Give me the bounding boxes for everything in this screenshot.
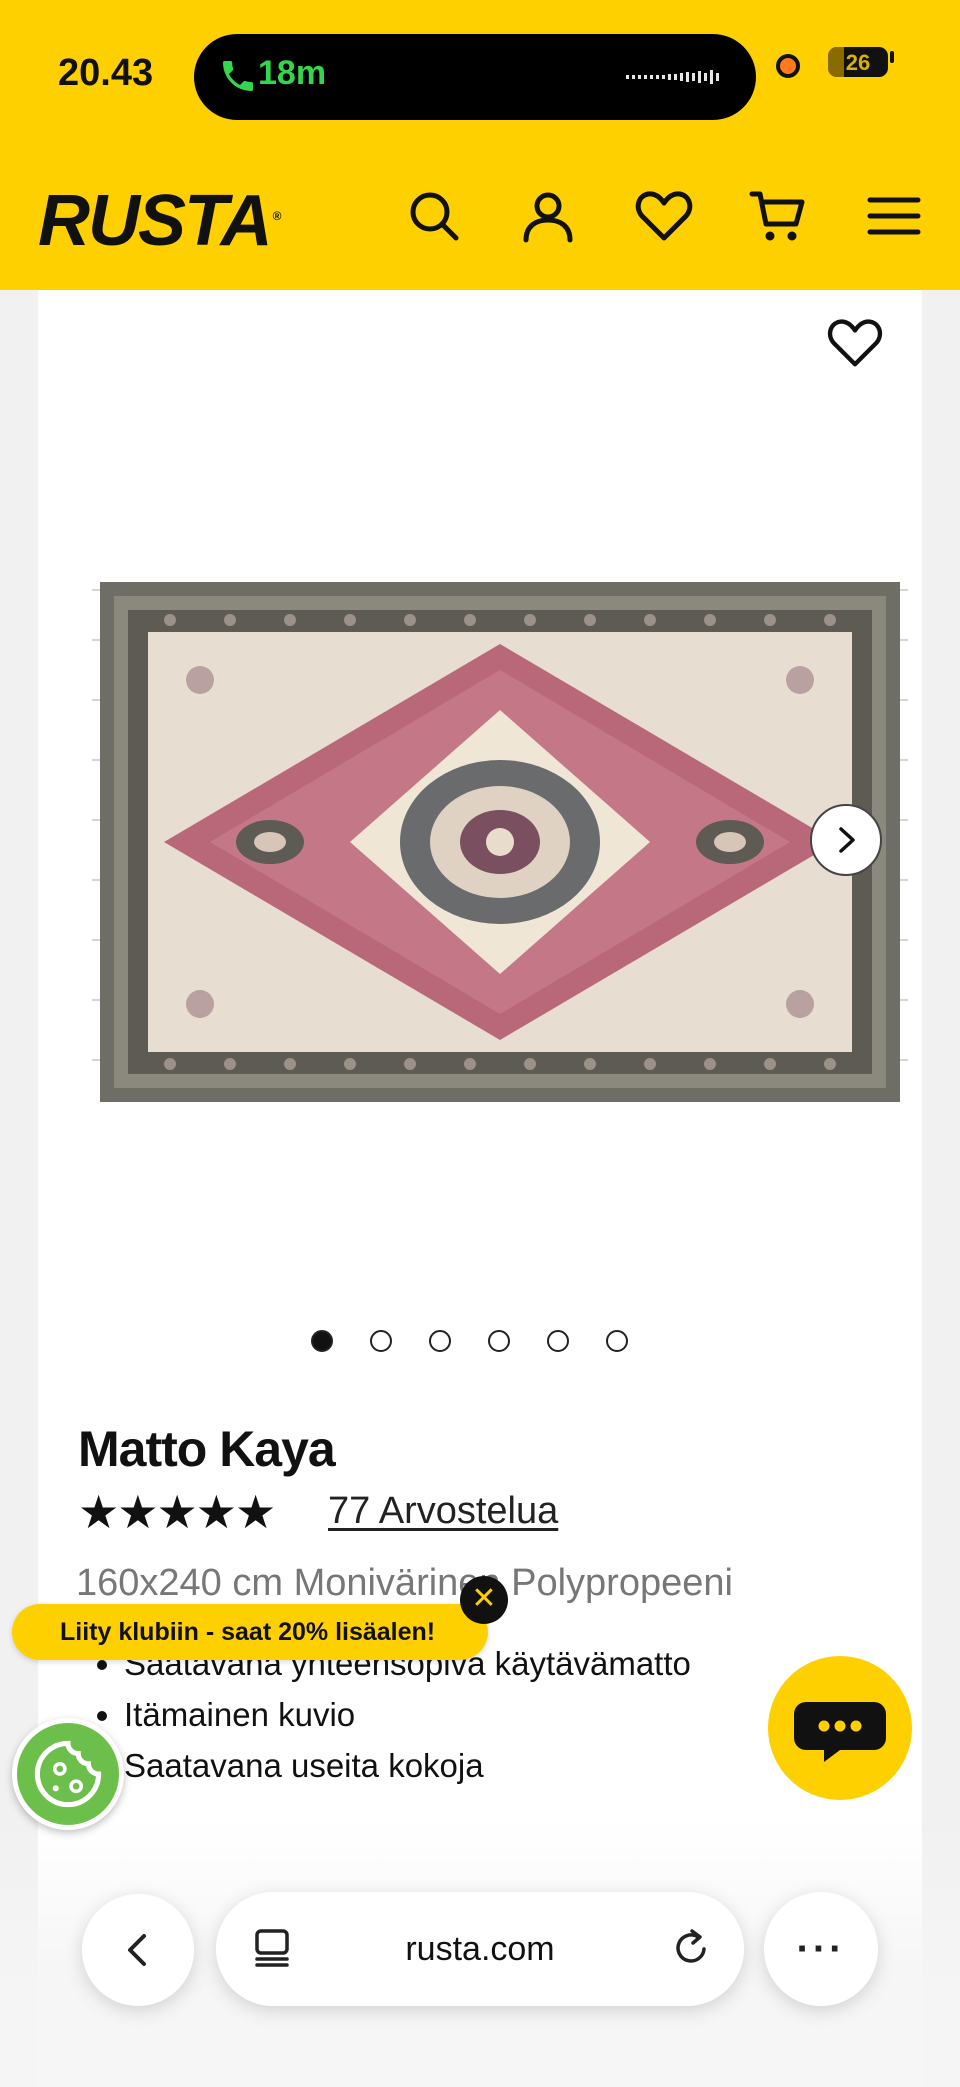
product-card: Matto Kaya ★★★★★ 77 Arvostelua 160x240 c…	[38, 290, 922, 2087]
next-image-button[interactable]	[810, 804, 882, 876]
logo-text: RUSTA	[38, 181, 273, 261]
rusta-logo[interactable]: RUSTA ®	[38, 180, 282, 262]
phone-icon	[223, 61, 253, 91]
battery-level: 26	[845, 50, 871, 75]
pagination-dot[interactable]	[311, 1330, 333, 1352]
chevron-right-icon	[839, 827, 855, 853]
close-icon[interactable]: ✕	[460, 1576, 508, 1624]
product-title: Matto Kaya	[78, 1421, 336, 1477]
site-header: RUSTA ®	[0, 150, 960, 290]
chat-button[interactable]	[768, 1656, 912, 1800]
recording-indicator	[776, 54, 800, 78]
favorite-heart-icon[interactable]	[826, 314, 884, 372]
status-bar: 20.43 18m 26	[0, 0, 960, 150]
account-icon[interactable]	[518, 186, 578, 246]
cookie-settings-button[interactable]	[12, 1718, 124, 1830]
more-options-button[interactable]: ···	[764, 1892, 878, 2006]
browser-back-button[interactable]	[82, 1894, 194, 2006]
feature-list: Saatavana yhteensopiva käytävämatto Itäm…	[76, 1638, 691, 1791]
reload-icon[interactable]	[668, 1925, 714, 1971]
cart-icon[interactable]	[748, 186, 808, 246]
url-text: rusta.com	[405, 1930, 555, 1968]
battery-icon: 26	[828, 47, 888, 77]
menu-icon[interactable]	[864, 186, 924, 246]
pagination-dot[interactable]	[488, 1330, 510, 1352]
club-promo-text: Liity klubiin - saat 20% lisäalen!	[60, 1618, 436, 1646]
search-icon[interactable]	[404, 186, 464, 246]
dynamic-island[interactable]: 18m	[194, 34, 756, 120]
product-subtitle: 160x240 cm Monivärinen Polypropeeni	[76, 1562, 733, 1604]
audio-waveform-icon	[626, 70, 719, 84]
browser-address-bar[interactable]: rusta.com	[216, 1892, 744, 2006]
image-pagination	[311, 1330, 628, 1356]
heart-icon[interactable]	[634, 186, 694, 246]
pagination-dot[interactable]	[370, 1330, 392, 1352]
chevron-left-icon	[128, 1934, 146, 1966]
pagination-dot[interactable]	[429, 1330, 451, 1352]
pagination-dot[interactable]	[547, 1330, 569, 1352]
reviews-link[interactable]: 77 Arvostelua	[328, 1490, 558, 1533]
logo-registered-mark: ®	[272, 209, 282, 223]
pagination-dot[interactable]	[606, 1330, 628, 1352]
club-promo-banner[interactable]: Liity klubiin - saat 20% lisäalen!	[12, 1604, 488, 1660]
status-time: 20.43	[58, 52, 154, 94]
product-image-rug[interactable]	[90, 580, 910, 1110]
rating-stars: ★★★★★	[78, 1486, 276, 1538]
battery-tip	[890, 51, 894, 63]
chat-bubble-icon	[794, 1702, 886, 1762]
feature-item: Saatavana useita kokoja	[124, 1740, 691, 1791]
cookie-icon	[34, 1740, 102, 1808]
call-duration: 18m	[258, 54, 327, 92]
feature-item: Itämainen kuvio	[124, 1689, 691, 1740]
